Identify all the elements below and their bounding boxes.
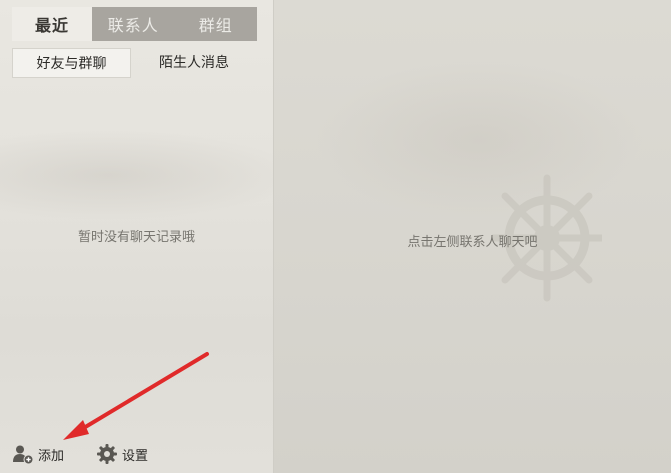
sub-tab-bar: 好友与群聊 陌生人消息 <box>12 48 257 78</box>
subtab-stranger-messages[interactable]: 陌生人消息 <box>131 48 257 76</box>
add-button[interactable]: 添加 <box>12 443 64 465</box>
gear-icon <box>96 443 118 465</box>
settings-button[interactable]: 设置 <box>96 443 148 465</box>
main-tab-bar: 最近 联系人 群组 <box>12 7 257 41</box>
subtab-friends-groups[interactable]: 好友与群聊 <box>12 48 131 78</box>
select-contact-hint: 点击左侧联系人聊天吧 <box>407 235 538 250</box>
chat-panel: 点击左侧联系人聊天吧 <box>274 0 671 473</box>
red-arrow-annotation <box>63 352 209 440</box>
tab-contacts[interactable]: 联系人 <box>92 7 175 41</box>
background-haze <box>0 130 273 220</box>
empty-chat-text: 暂时没有聊天记录哦 <box>77 230 195 245</box>
tab-recent[interactable]: 最近 <box>12 7 92 41</box>
left-panel: 最近 联系人 群组 好友与群聊 陌生人消息 暂时没有聊天记录哦 添加 设置 <box>0 0 274 473</box>
add-contact-icon <box>12 443 34 465</box>
settings-label: 设置 <box>122 448 149 464</box>
tab-groups[interactable]: 群组 <box>175 7 258 41</box>
add-label: 添加 <box>38 448 65 464</box>
